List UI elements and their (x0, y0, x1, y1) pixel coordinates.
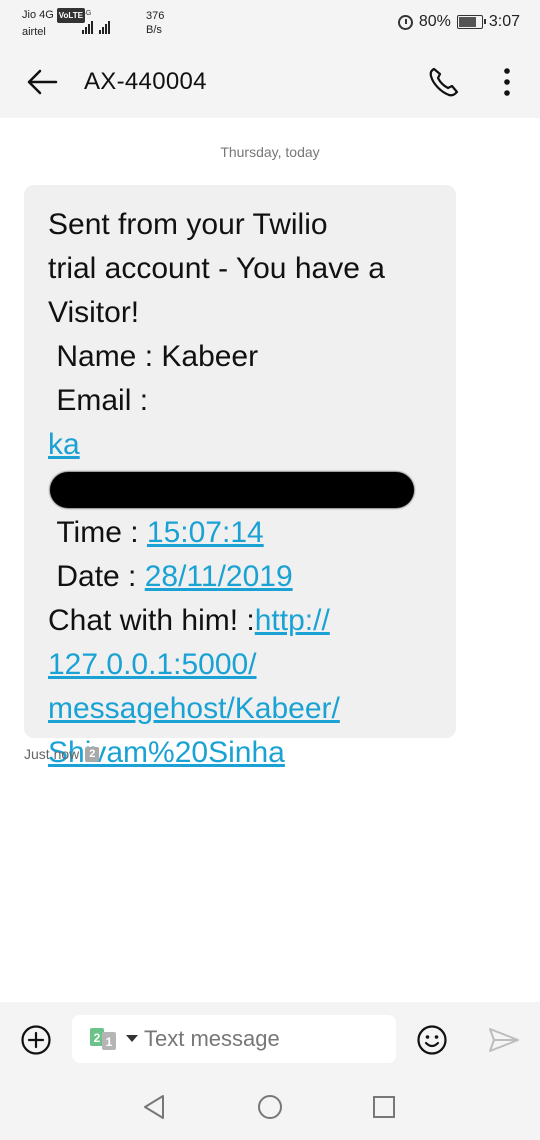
redaction-mark (50, 472, 414, 509)
url-link-part[interactable]: 127.0.0.1:5000/ (48, 648, 257, 681)
add-attachment-icon[interactable] (20, 1024, 52, 1056)
nav-back-icon[interactable] (142, 1094, 166, 1120)
message-composer: 2 1 (0, 1002, 540, 1074)
status-bar: Jio 4G VoLTE airtel 4G 376 B/s 80% 3:07 (0, 0, 540, 46)
time-label: Time : (48, 516, 147, 549)
volte-badge: VoLTE (56, 8, 85, 23)
sim-dropdown-caret-icon[interactable] (126, 1035, 138, 1042)
network-type-label: 4G (82, 10, 92, 17)
phone-icon[interactable] (426, 64, 462, 100)
chat-label: Chat with him! : (48, 604, 255, 637)
time-link[interactable]: 15:07:14 (147, 516, 264, 549)
conversation-header: AX-440004 (0, 46, 540, 118)
speed-unit: B/s (146, 24, 162, 36)
speed-value: 376 (146, 10, 165, 22)
send-icon[interactable] (488, 1026, 520, 1054)
status-right: 80% 3:07 (397, 13, 520, 31)
alarm-icon (397, 14, 413, 30)
message-line: Sent from your Twilio (48, 208, 328, 241)
carrier-1: Jio 4G (22, 9, 54, 21)
signal-bars-1-icon (82, 18, 93, 34)
date-label: Date : (48, 560, 145, 593)
sim-badge-icon: 2 (85, 746, 100, 762)
date-separator: Thursday, today (220, 144, 320, 160)
message-body: Sent from your Twilio trial account - Yo… (48, 203, 432, 775)
clock: 3:07 (488, 13, 520, 30)
message-time: Just now (24, 746, 80, 762)
message-bubble[interactable]: Sent from your Twilio trial account - Yo… (24, 185, 456, 769)
system-nav-bar (0, 1074, 540, 1140)
nav-home-icon[interactable] (257, 1094, 283, 1120)
network-speed: 376 B/s (146, 9, 164, 37)
name-line: Name : Kabeer (48, 340, 259, 373)
url-link-part[interactable]: messagehost/Kabeer/ (48, 692, 340, 725)
url-link-part[interactable]: http:// (255, 604, 330, 637)
email-link[interactable]: ka (48, 428, 80, 461)
nav-recents-icon[interactable] (372, 1095, 396, 1119)
sim-selector-icon[interactable]: 2 1 (90, 1028, 120, 1050)
signal-indicators: 4G (82, 10, 110, 34)
back-arrow-icon[interactable] (26, 68, 58, 96)
carrier-2: airtel (22, 26, 46, 38)
contact-title: AX-440004 (84, 68, 207, 95)
message-line: trial account - You have a (48, 252, 385, 285)
message-line: Visitor! (48, 296, 140, 329)
email-label: Email : (48, 384, 149, 417)
message-text-input[interactable] (144, 1023, 384, 1055)
carrier-info: Jio 4G VoLTE airtel (22, 8, 85, 40)
emoji-icon[interactable] (416, 1024, 448, 1056)
svg-text:2: 2 (94, 1031, 101, 1045)
svg-text:1: 1 (106, 1035, 113, 1049)
date-link[interactable]: 28/11/2019 (145, 560, 293, 593)
message-status: Just now 2 (24, 746, 100, 762)
message-input-box: 2 1 (72, 1015, 396, 1063)
more-vert-icon[interactable] (498, 66, 516, 98)
signal-bars-2-icon (99, 18, 110, 34)
battery-icon (456, 15, 486, 29)
battery-percent: 80% (418, 13, 451, 30)
